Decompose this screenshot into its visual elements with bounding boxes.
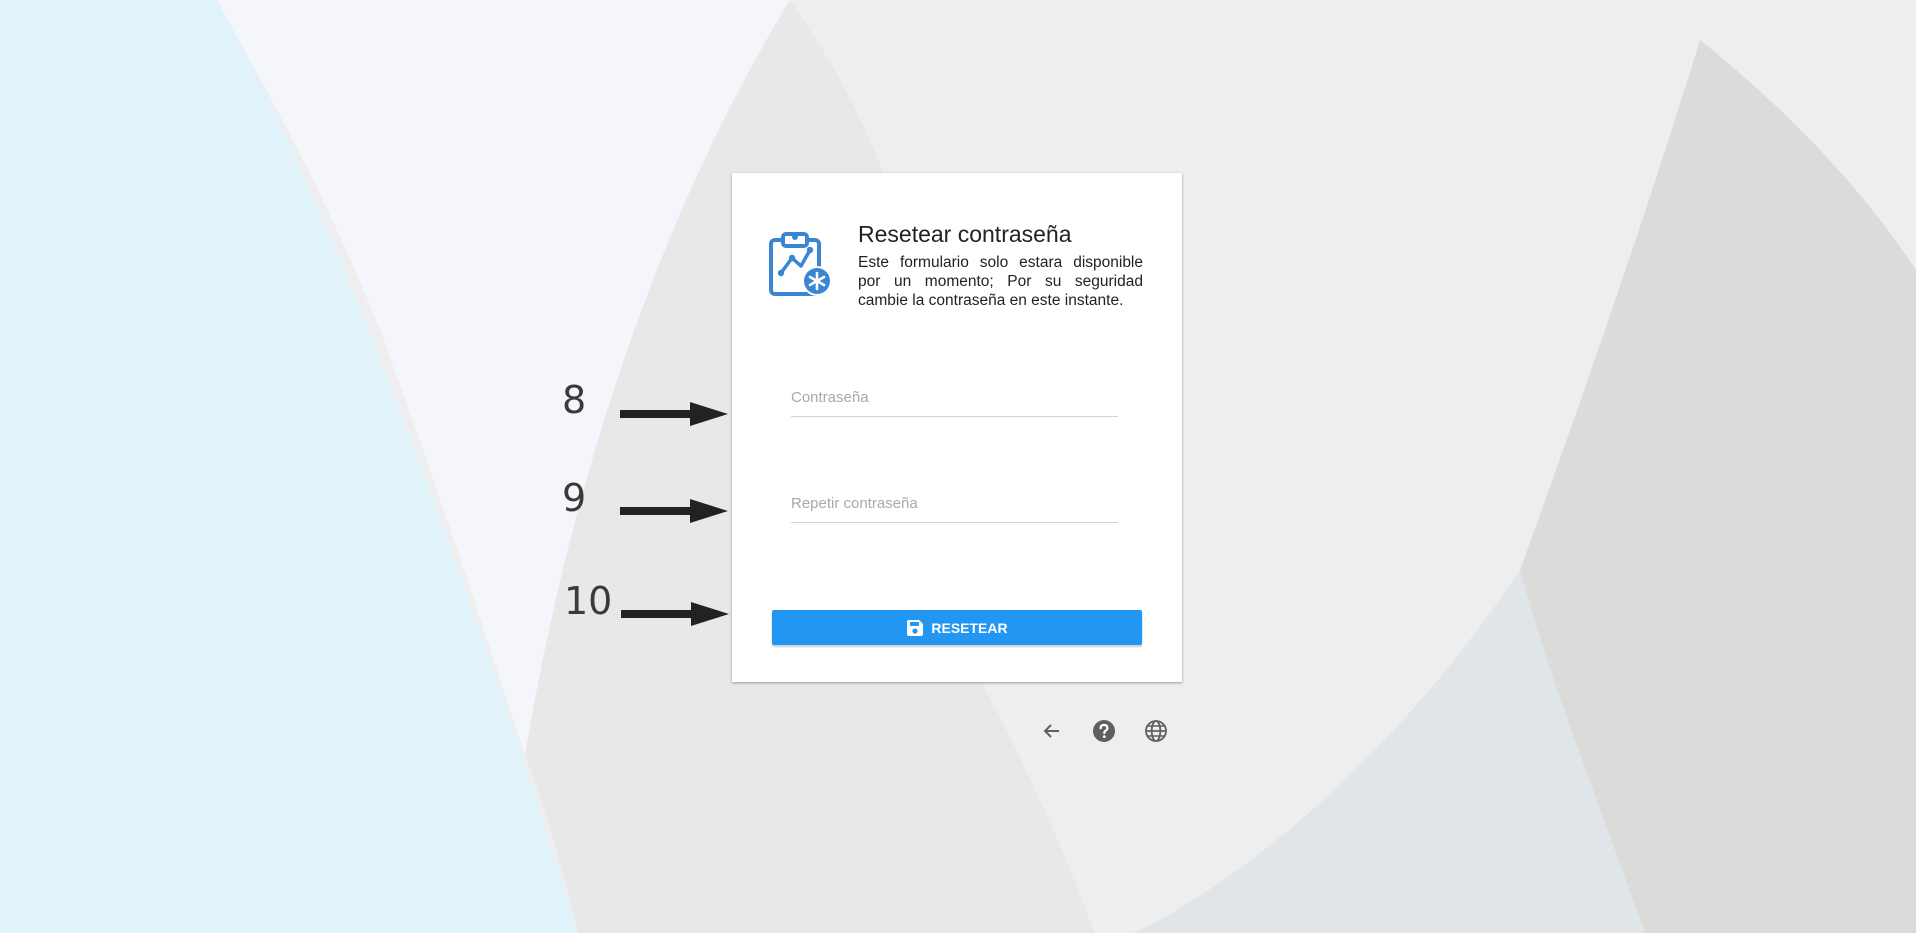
annotation-number: 10 xyxy=(564,579,613,623)
arrow-left-icon xyxy=(1043,724,1059,738)
back-button[interactable] xyxy=(1039,718,1065,744)
reset-button[interactable]: RESETEAR xyxy=(772,610,1142,645)
page: Resetear contraseña Este formulario solo… xyxy=(0,0,1916,933)
reset-button-label: RESETEAR xyxy=(931,619,1008,636)
arrow-right-icon xyxy=(620,402,728,426)
help-icon xyxy=(1093,720,1115,742)
reset-password-card: Resetear contraseña Este formulario solo… xyxy=(732,173,1182,682)
arrow-right-icon xyxy=(621,602,729,626)
password-field[interactable] xyxy=(791,383,1118,417)
repeat-password-field-wrapper xyxy=(791,489,1118,523)
language-button[interactable] xyxy=(1143,718,1169,744)
password-field-wrapper xyxy=(791,383,1118,417)
arrow-right-icon xyxy=(620,499,728,523)
clipboard-chart-icon xyxy=(769,232,832,296)
annotation-number: 8 xyxy=(562,378,587,422)
page-description: Este formulario solo estara disponible p… xyxy=(858,254,1143,309)
annotation-number: 9 xyxy=(562,476,587,520)
page-title: Resetear contraseña xyxy=(858,221,1072,247)
globe-icon xyxy=(1145,720,1167,742)
help-button[interactable] xyxy=(1091,718,1117,744)
save-icon xyxy=(907,619,924,636)
repeat-password-field[interactable] xyxy=(791,489,1118,523)
